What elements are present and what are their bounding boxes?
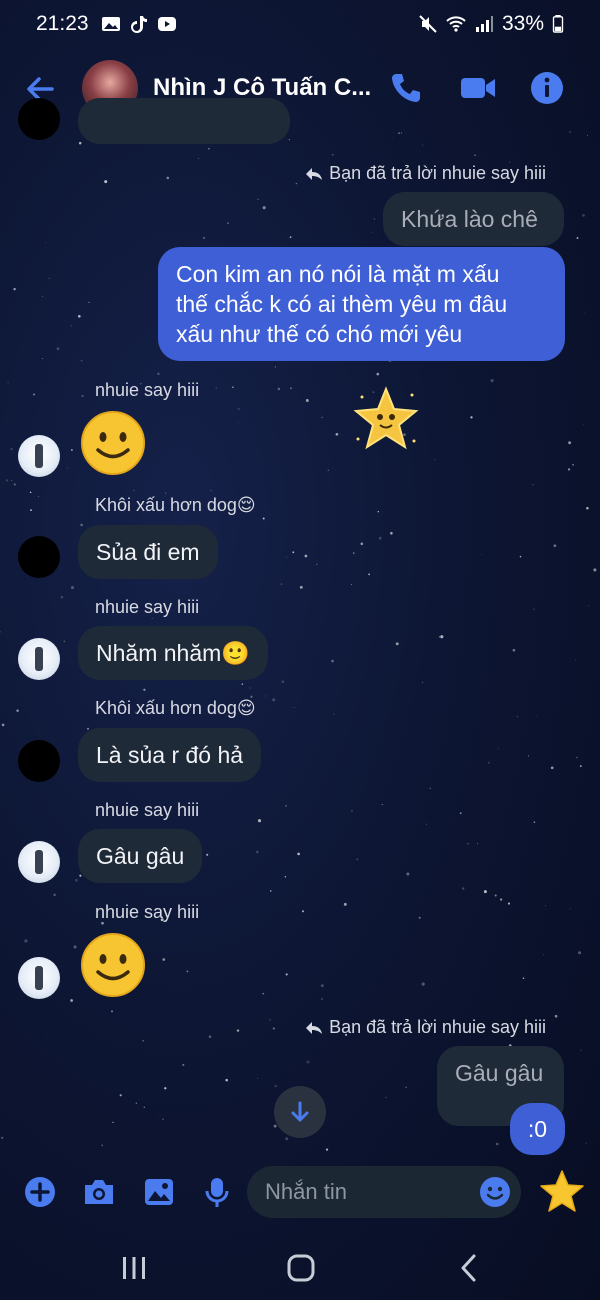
home-icon[interactable] (285, 1252, 317, 1284)
message-line: xấu như thế có chó mới yêu (176, 321, 463, 347)
incoming-message[interactable]: Là sủa r đó hả (78, 728, 262, 782)
reply-note-text: Bạn đã trả lời nhuie say hiii (329, 1017, 546, 1037)
message-line: Con kim an nó nói là mặt m xấu (176, 261, 500, 287)
reply-note-text: Bạn đã trả lời nhuie say hiii (329, 163, 546, 183)
sender-avatar[interactable] (18, 957, 60, 999)
battery-percent: 33% (501, 12, 544, 35)
message-text: Nhăm nhăm🙂 (96, 640, 250, 666)
reply-icon (306, 167, 323, 180)
plus-icon[interactable] (24, 1176, 56, 1208)
phone-icon[interactable] (388, 70, 424, 106)
message-text: Là sủa r đó hả (96, 742, 244, 768)
message-text: Gâu gâu (96, 843, 185, 869)
reply-icon (306, 1021, 323, 1034)
message-text: :0 (527, 1116, 548, 1142)
arrow-down-icon (291, 1101, 309, 1122)
incoming-message[interactable]: Nhăm nhăm🙂 (78, 626, 268, 680)
sender-avatar[interactable] (18, 435, 60, 477)
battery-icon (552, 15, 564, 33)
sender-avatar[interactable] (18, 638, 60, 680)
mute-icon (419, 15, 437, 33)
quoted-message[interactable]: Khứa lào chê (383, 192, 564, 246)
message-text: Sủa đi em (96, 539, 200, 565)
info-icon[interactable] (529, 70, 565, 106)
sender-name: nhuie say hiii (95, 380, 200, 400)
recent-apps-icon[interactable] (118, 1252, 150, 1284)
signal-icon (475, 16, 493, 32)
message-composer (0, 1160, 600, 1224)
reply-note: Bạn đã trả lời nhuie say hiii (305, 163, 546, 184)
image-icon[interactable] (143, 1176, 175, 1208)
star-icon[interactable] (539, 1168, 585, 1214)
camera-icon[interactable] (82, 1176, 116, 1208)
quoted-text: Gâu gâu (455, 1060, 544, 1086)
sender-avatar[interactable] (18, 98, 60, 140)
star-sticker-icon (353, 386, 419, 450)
sender-avatar[interactable] (18, 841, 60, 883)
scroll-to-bottom-button[interactable] (274, 1086, 326, 1138)
gallery-icon (101, 17, 120, 31)
back-icon[interactable] (454, 1252, 486, 1284)
sender-avatar[interactable] (18, 740, 60, 782)
sender-name: nhuie say hiii (95, 597, 200, 617)
smiling-face-emoji-icon[interactable] (80, 932, 146, 998)
youtube-icon (157, 17, 176, 31)
sender-name: Khôi xấu hơn dog😌 (95, 698, 256, 718)
message-bubble-clipped[interactable] (78, 98, 290, 144)
quoted-text: Khứa lào chê (401, 206, 538, 232)
video-call-icon[interactable] (459, 70, 497, 106)
sender-name: nhuie say hiii (95, 902, 200, 922)
smiling-face-emoji-icon[interactable] (80, 410, 146, 476)
outgoing-message[interactable]: :0 (510, 1103, 565, 1155)
status-bar: 21:23 33% (0, 0, 600, 48)
microphone-icon[interactable] (203, 1176, 231, 1208)
reply-note: Bạn đã trả lời nhuie say hiii (305, 1017, 546, 1038)
sender-name: nhuie say hiii (95, 800, 200, 820)
system-navigation-bar (0, 1236, 600, 1300)
messenger-chat-screen: 21:23 33% Nhìn J Cô Tuấn C... Bạn đã trả… (0, 0, 600, 1300)
tiktok-icon (130, 16, 147, 33)
message-line: thế chắc k có ai thèm yêu m đâu (176, 291, 508, 317)
message-list[interactable]: Bạn đã trả lời nhuie say hiii Khứa lào c… (0, 98, 600, 1158)
outgoing-message[interactable]: Con kim an nó nói là mặt m xấu thế chắc … (158, 247, 565, 361)
sender-avatar[interactable] (18, 536, 60, 578)
emoji-icon[interactable] (479, 1176, 511, 1208)
status-time: 21:23 (36, 12, 89, 35)
sender-name: Khôi xấu hơn dog😌 (95, 495, 256, 515)
incoming-message[interactable]: Gâu gâu (78, 829, 203, 883)
wifi-icon (446, 16, 466, 32)
incoming-message[interactable]: Sủa đi em (78, 525, 218, 579)
